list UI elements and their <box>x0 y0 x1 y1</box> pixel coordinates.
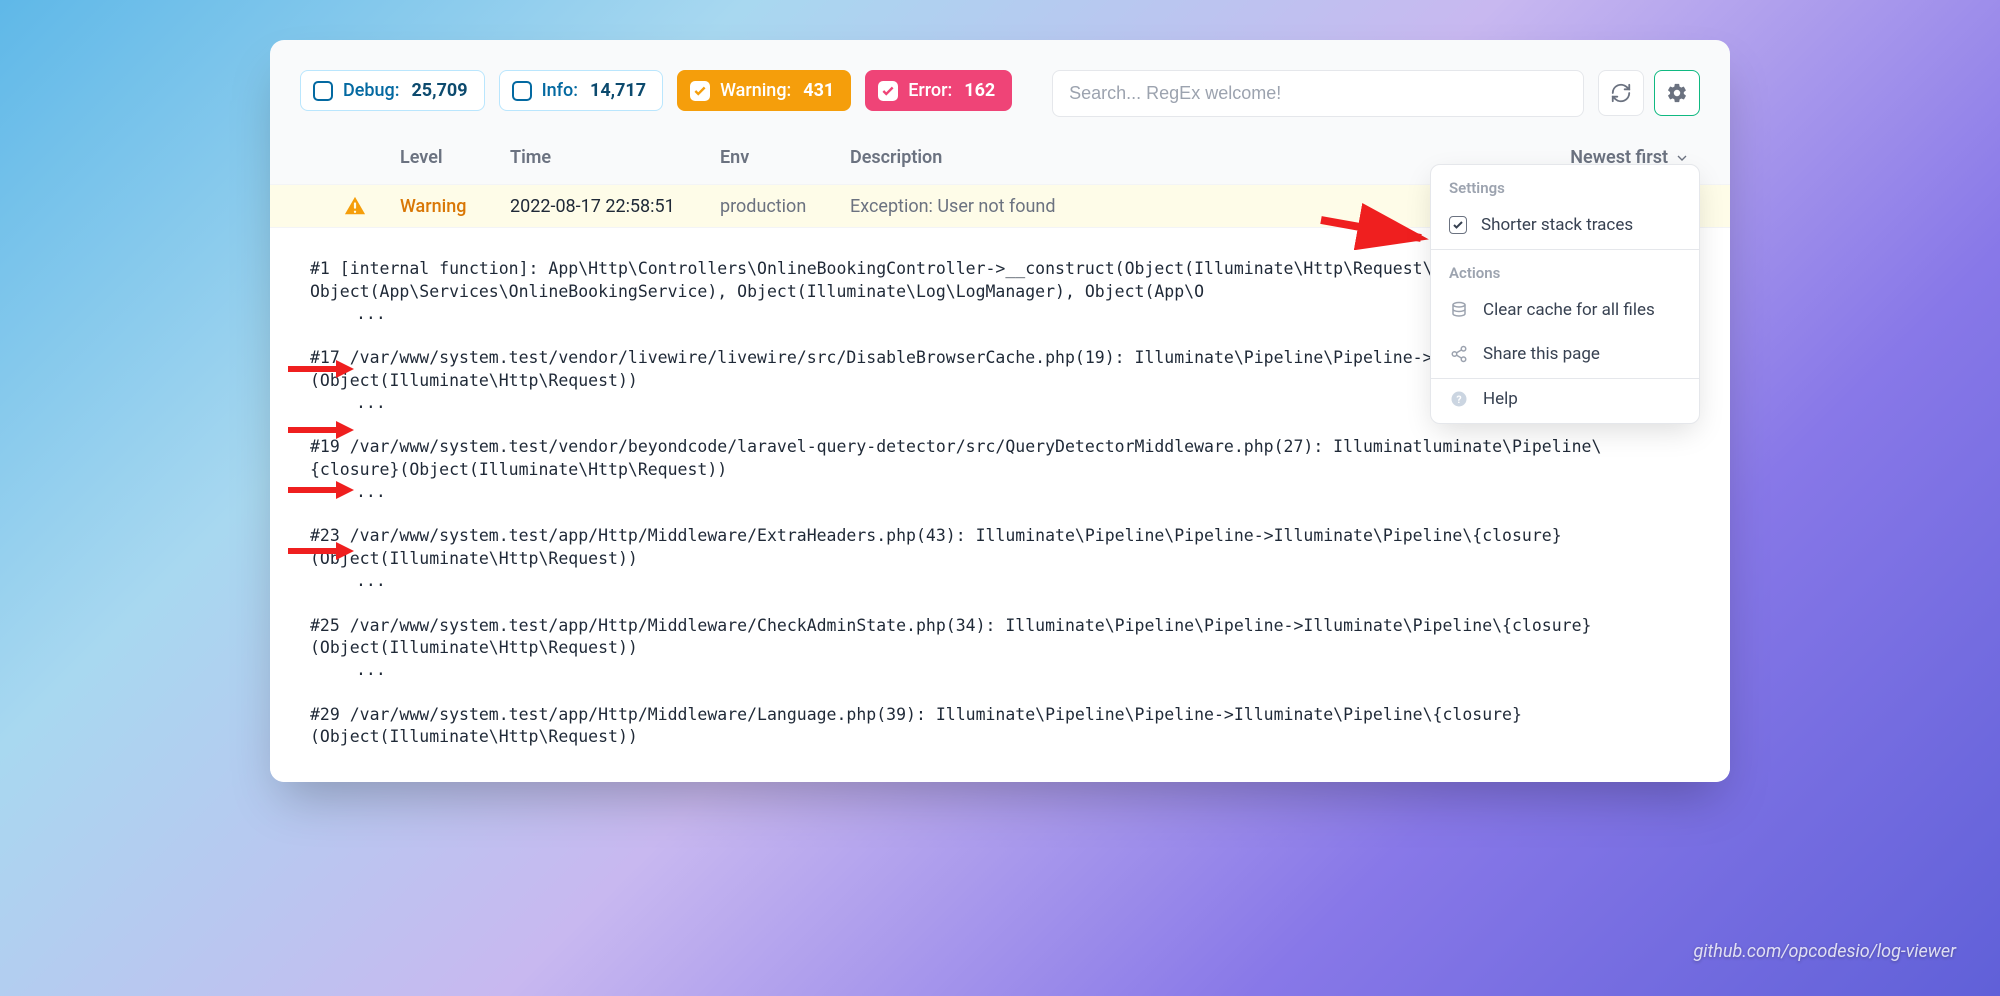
log-level: Warning <box>400 196 510 217</box>
setting-shorter-stack-traces[interactable]: Shorter stack traces <box>1431 205 1699 249</box>
col-env: Env <box>720 147 850 168</box>
action-clear-cache[interactable]: Clear cache for all files <box>1431 290 1699 334</box>
col-description: Description <box>850 147 1470 168</box>
action-label: Share this page <box>1483 344 1600 364</box>
log-time: 2022-08-17 22:58:51 <box>510 196 720 217</box>
help-icon: ? <box>1449 390 1469 408</box>
filter-count: 25,709 <box>411 80 467 101</box>
filter-label: Info: <box>542 80 578 101</box>
stack-line: #25 /var/www/system.test/app/Http/Middle… <box>310 616 1591 657</box>
filter-label: Error: <box>908 80 952 101</box>
stack-ellipsis[interactable]: ... <box>310 481 1690 503</box>
action-help[interactable]: ? Help <box>1431 379 1699 423</box>
credit-text: github.com/opcodesio/log-viewer <box>1693 941 1956 962</box>
col-time: Time <box>510 147 720 168</box>
dropdown-header-actions: Actions <box>1431 250 1699 290</box>
share-icon <box>1449 345 1469 363</box>
stack-ellipsis: ... <box>310 659 1690 681</box>
setting-label: Shorter stack traces <box>1481 215 1633 235</box>
action-label: Clear cache for all files <box>1483 300 1655 320</box>
search-input[interactable] <box>1052 70 1584 117</box>
filter-count: 431 <box>803 80 834 101</box>
filter-warning[interactable]: Warning: 431 <box>677 70 851 111</box>
settings-dropdown: Settings Shorter stack traces Actions Cl… <box>1430 164 1700 424</box>
filter-label: Warning: <box>720 80 791 101</box>
action-label: Help <box>1483 389 1518 409</box>
warning-icon <box>310 195 400 217</box>
stack-ellipsis[interactable]: ... <box>310 570 1690 592</box>
database-icon <box>1449 301 1469 319</box>
toolbar: Debug: 25,709 Info: 14,717 Warning: 431 … <box>270 70 1730 117</box>
action-share-page[interactable]: Share this page <box>1431 334 1699 378</box>
refresh-icon <box>1610 82 1632 104</box>
log-viewer-panel: Debug: 25,709 Info: 14,717 Warning: 431 … <box>270 40 1730 782</box>
svg-text:?: ? <box>1456 393 1461 406</box>
level-filters: Debug: 25,709 Info: 14,717 Warning: 431 … <box>300 70 1012 111</box>
stack-line: #29 /var/www/system.test/app/Http/Middle… <box>310 705 1522 746</box>
gear-icon <box>1666 82 1688 104</box>
filter-debug[interactable]: Debug: 25,709 <box>300 70 485 111</box>
filter-error[interactable]: Error: 162 <box>865 70 1012 111</box>
refresh-button[interactable] <box>1598 70 1644 116</box>
filter-count: 14,717 <box>590 80 646 101</box>
settings-button[interactable] <box>1654 70 1700 116</box>
log-env: production <box>720 196 850 217</box>
dropdown-header-settings: Settings <box>1431 165 1699 205</box>
checkbox-icon <box>878 81 898 101</box>
filter-count: 162 <box>964 80 995 101</box>
stack-line: #23 /var/www/system.test/app/Http/Middle… <box>310 526 1562 567</box>
stack-line: #17 /var/www/system.test/vendor/livewire… <box>310 348 1502 389</box>
checkbox-icon <box>1449 216 1467 234</box>
col-level: Level <box>400 147 510 168</box>
checkbox-icon <box>313 81 333 101</box>
filter-info[interactable]: Info: 14,717 <box>499 70 664 111</box>
checkbox-icon <box>512 81 532 101</box>
filter-label: Debug: <box>343 80 399 101</box>
checkbox-icon <box>690 81 710 101</box>
stack-line: #19 /var/www/system.test/vendor/beyondco… <box>310 437 1601 478</box>
